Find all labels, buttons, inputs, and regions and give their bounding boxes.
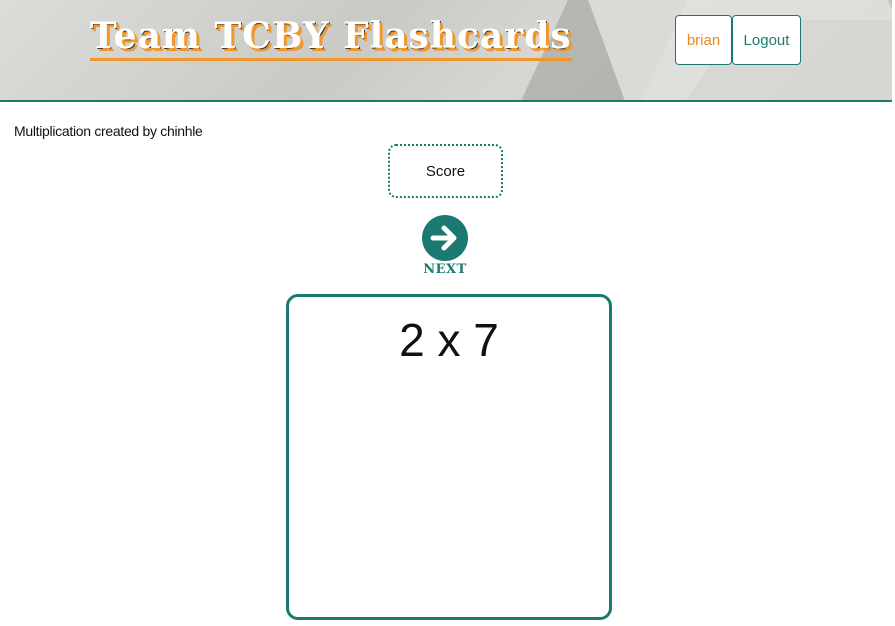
site-header: Team TCBY Flashcards brian Logout (0, 0, 892, 102)
arrow-right-circle-icon[interactable] (421, 214, 469, 262)
user-button[interactable]: brian (675, 15, 732, 65)
next-button[interactable]: NEXT (415, 214, 475, 280)
score-box: Score (388, 144, 503, 198)
flashcard[interactable]: 2 x 7 (286, 294, 612, 620)
card-question: 2 x 7 (399, 314, 499, 366)
site-title[interactable]: Team TCBY Flashcards (90, 14, 572, 61)
score-label: Score (425, 162, 466, 180)
next-label[interactable]: NEXT (423, 262, 467, 277)
logout-button[interactable]: Logout (732, 15, 801, 65)
deck-credit: Multiplication created by chinhle (14, 123, 203, 139)
